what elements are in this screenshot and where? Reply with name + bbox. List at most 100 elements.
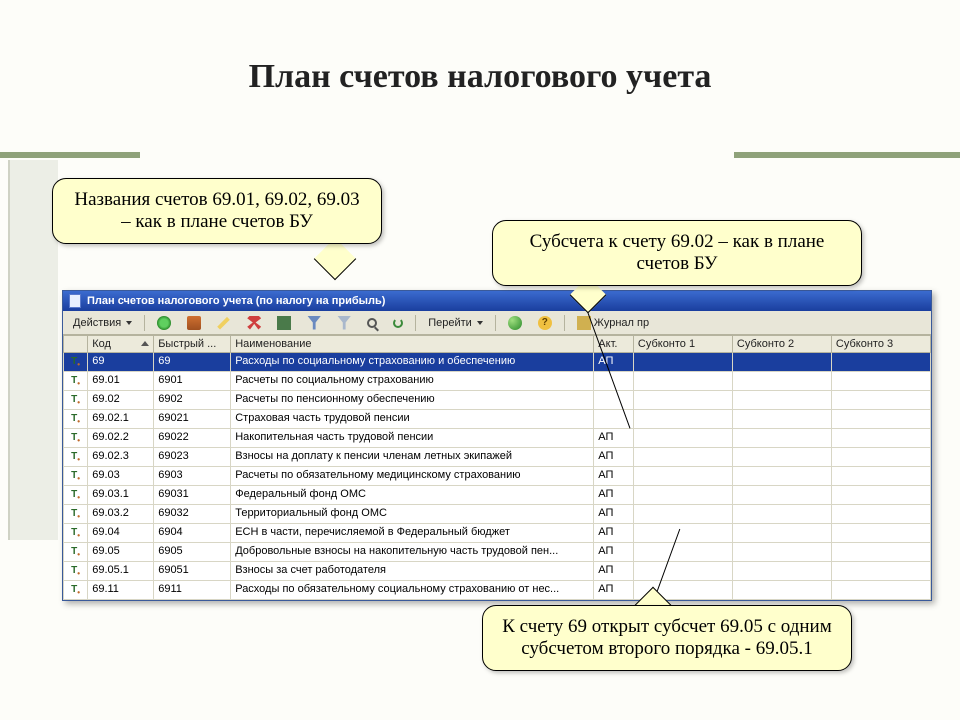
actions-menu[interactable]: Действия — [69, 316, 136, 330]
cell-code: 69.03 — [88, 467, 154, 486]
row-icon-cell: T• — [64, 448, 88, 467]
cell-subkonto2 — [732, 391, 831, 410]
t-account-icon: T• — [71, 565, 80, 576]
table-row[interactable]: T•69.03.269032Территориальный фонд ОМСАП — [64, 505, 931, 524]
cell-quick: 6903 — [154, 467, 231, 486]
t-account-icon: T• — [71, 584, 80, 595]
table-row[interactable]: T•69.056905Добровольные взносы на накопи… — [64, 543, 931, 562]
header-icon[interactable] — [64, 336, 88, 353]
delete-button[interactable] — [243, 315, 265, 331]
add-button[interactable] — [153, 315, 175, 331]
cell-subkonto2 — [732, 505, 831, 524]
cell-code: 69.01 — [88, 372, 154, 391]
help-button[interactable]: ? — [534, 315, 556, 331]
header-subkonto3[interactable]: Субконто 3 — [831, 336, 930, 353]
cell-subkonto2 — [732, 410, 831, 429]
cell-name: Расчеты по социальному страхованию — [231, 372, 594, 391]
table-row[interactable]: T•6969Расходы по социальному страхованию… — [64, 353, 931, 372]
cell-subkonto1 — [633, 353, 732, 372]
header-code[interactable]: Код — [88, 336, 154, 353]
refresh-button[interactable] — [389, 317, 407, 329]
accent-bar-left — [0, 152, 140, 158]
accounts-grid[interactable]: Код Быстрый ... Наименование Акт. Субкон… — [63, 335, 931, 600]
cell-subkonto2 — [732, 353, 831, 372]
cell-quick: 69051 — [154, 562, 231, 581]
callout-tail — [314, 238, 356, 280]
journal-button[interactable]: Журнал пр — [573, 315, 653, 331]
accent-bar-right — [734, 152, 960, 158]
row-icon-cell: T• — [64, 543, 88, 562]
cell-subkonto3 — [831, 505, 930, 524]
header-quick[interactable]: Быстрый ... — [154, 336, 231, 353]
cell-name: Расходы по социальному страхованию и обе… — [231, 353, 594, 372]
table-row[interactable]: T•69.02.369023Взносы на доплату к пенсии… — [64, 448, 931, 467]
hierarchy-button[interactable] — [273, 315, 295, 331]
cell-quick: 6905 — [154, 543, 231, 562]
magnifier-icon — [367, 318, 377, 328]
cell-quick: 69022 — [154, 429, 231, 448]
cell-subkonto3 — [831, 391, 930, 410]
cell-quick: 6904 — [154, 524, 231, 543]
cell-subkonto1 — [633, 524, 732, 543]
row-icon-cell: T• — [64, 581, 88, 600]
row-icon-cell: T• — [64, 524, 88, 543]
list-button[interactable] — [183, 315, 205, 331]
window-titlebar[interactable]: План счетов налогового учета (по налогу … — [63, 291, 931, 311]
table-row[interactable]: T•69.116911Расходы по обязательному соци… — [64, 581, 931, 600]
cell-subkonto1 — [633, 448, 732, 467]
cell-code: 69.02.2 — [88, 429, 154, 448]
clear-filter-button[interactable] — [333, 315, 355, 331]
cell-subkonto1 — [633, 505, 732, 524]
table-row[interactable]: T•69.02.169021Страховая часть трудовой п… — [64, 410, 931, 429]
cell-name: Взносы на доплату к пенсии членам летных… — [231, 448, 594, 467]
run-button[interactable] — [504, 315, 526, 331]
toolbar-separator — [415, 315, 416, 331]
row-icon-cell: T• — [64, 410, 88, 429]
filter-button[interactable] — [303, 315, 325, 331]
header-name[interactable]: Наименование — [231, 336, 594, 353]
edit-button[interactable] — [213, 315, 235, 331]
goto-menu[interactable]: Перейти — [424, 316, 487, 330]
t-account-icon: T• — [71, 375, 80, 386]
row-icon-cell: T• — [64, 372, 88, 391]
header-code-label: Код — [92, 338, 111, 350]
cell-subkonto3 — [831, 410, 930, 429]
cell-code: 69.03.2 — [88, 505, 154, 524]
toolbar: Действия Перейти ? Журнал пр — [63, 311, 931, 335]
cell-subkonto3 — [831, 429, 930, 448]
cell-code: 69 — [88, 353, 154, 372]
cell-quick: 6911 — [154, 581, 231, 600]
cell-quick: 69021 — [154, 410, 231, 429]
cell-subkonto2 — [732, 543, 831, 562]
vertical-accent — [8, 160, 58, 540]
table-row[interactable]: T•69.016901Расчеты по социальному страхо… — [64, 372, 931, 391]
cell-code: 69.11 — [88, 581, 154, 600]
table-row[interactable]: T•69.026902Расчеты по пенсионному обеспе… — [64, 391, 931, 410]
cell-active: АП — [594, 581, 634, 600]
cell-active: АП — [594, 543, 634, 562]
table-row[interactable]: T• 69.036903Расчеты по обязательному меди… — [64, 467, 931, 486]
grid-header-row: Код Быстрый ... Наименование Акт. Субкон… — [64, 336, 931, 353]
callout-account-names: Названия счетов 69.01, 69.02, 69.03 – ка… — [52, 178, 382, 244]
t-account-icon: T• — [71, 470, 80, 481]
row-icon-cell: T• — [64, 505, 88, 524]
row-icon-cell: T• — [64, 429, 88, 448]
table-row[interactable]: T•69.05.169051Взносы за счет работодател… — [64, 562, 931, 581]
cell-subkonto2 — [732, 448, 831, 467]
header-subkonto2[interactable]: Субконто 2 — [732, 336, 831, 353]
cell-name: Расчеты по обязательному медицинскому ст… — [231, 467, 594, 486]
cell-subkonto1 — [633, 562, 732, 581]
cell-subkonto2 — [732, 429, 831, 448]
header-subkonto1[interactable]: Субконто 1 — [633, 336, 732, 353]
toolbar-separator — [144, 315, 145, 331]
find-button[interactable] — [363, 317, 381, 329]
t-account-icon: T• — [71, 546, 80, 557]
table-row[interactable]: T•69.03.169031Федеральный фонд ОМСАП — [64, 486, 931, 505]
pencil-icon — [217, 316, 231, 330]
cell-name: Добровольные взносы на накопительную час… — [231, 543, 594, 562]
table-row[interactable]: T•69.046904ЕСН в части, перечисляемой в … — [64, 524, 931, 543]
table-row[interactable]: T•69.02.269022Накопительная часть трудов… — [64, 429, 931, 448]
cell-subkonto2 — [732, 372, 831, 391]
funnel-off-icon — [337, 316, 351, 330]
t-account-icon: T• — [71, 527, 80, 538]
